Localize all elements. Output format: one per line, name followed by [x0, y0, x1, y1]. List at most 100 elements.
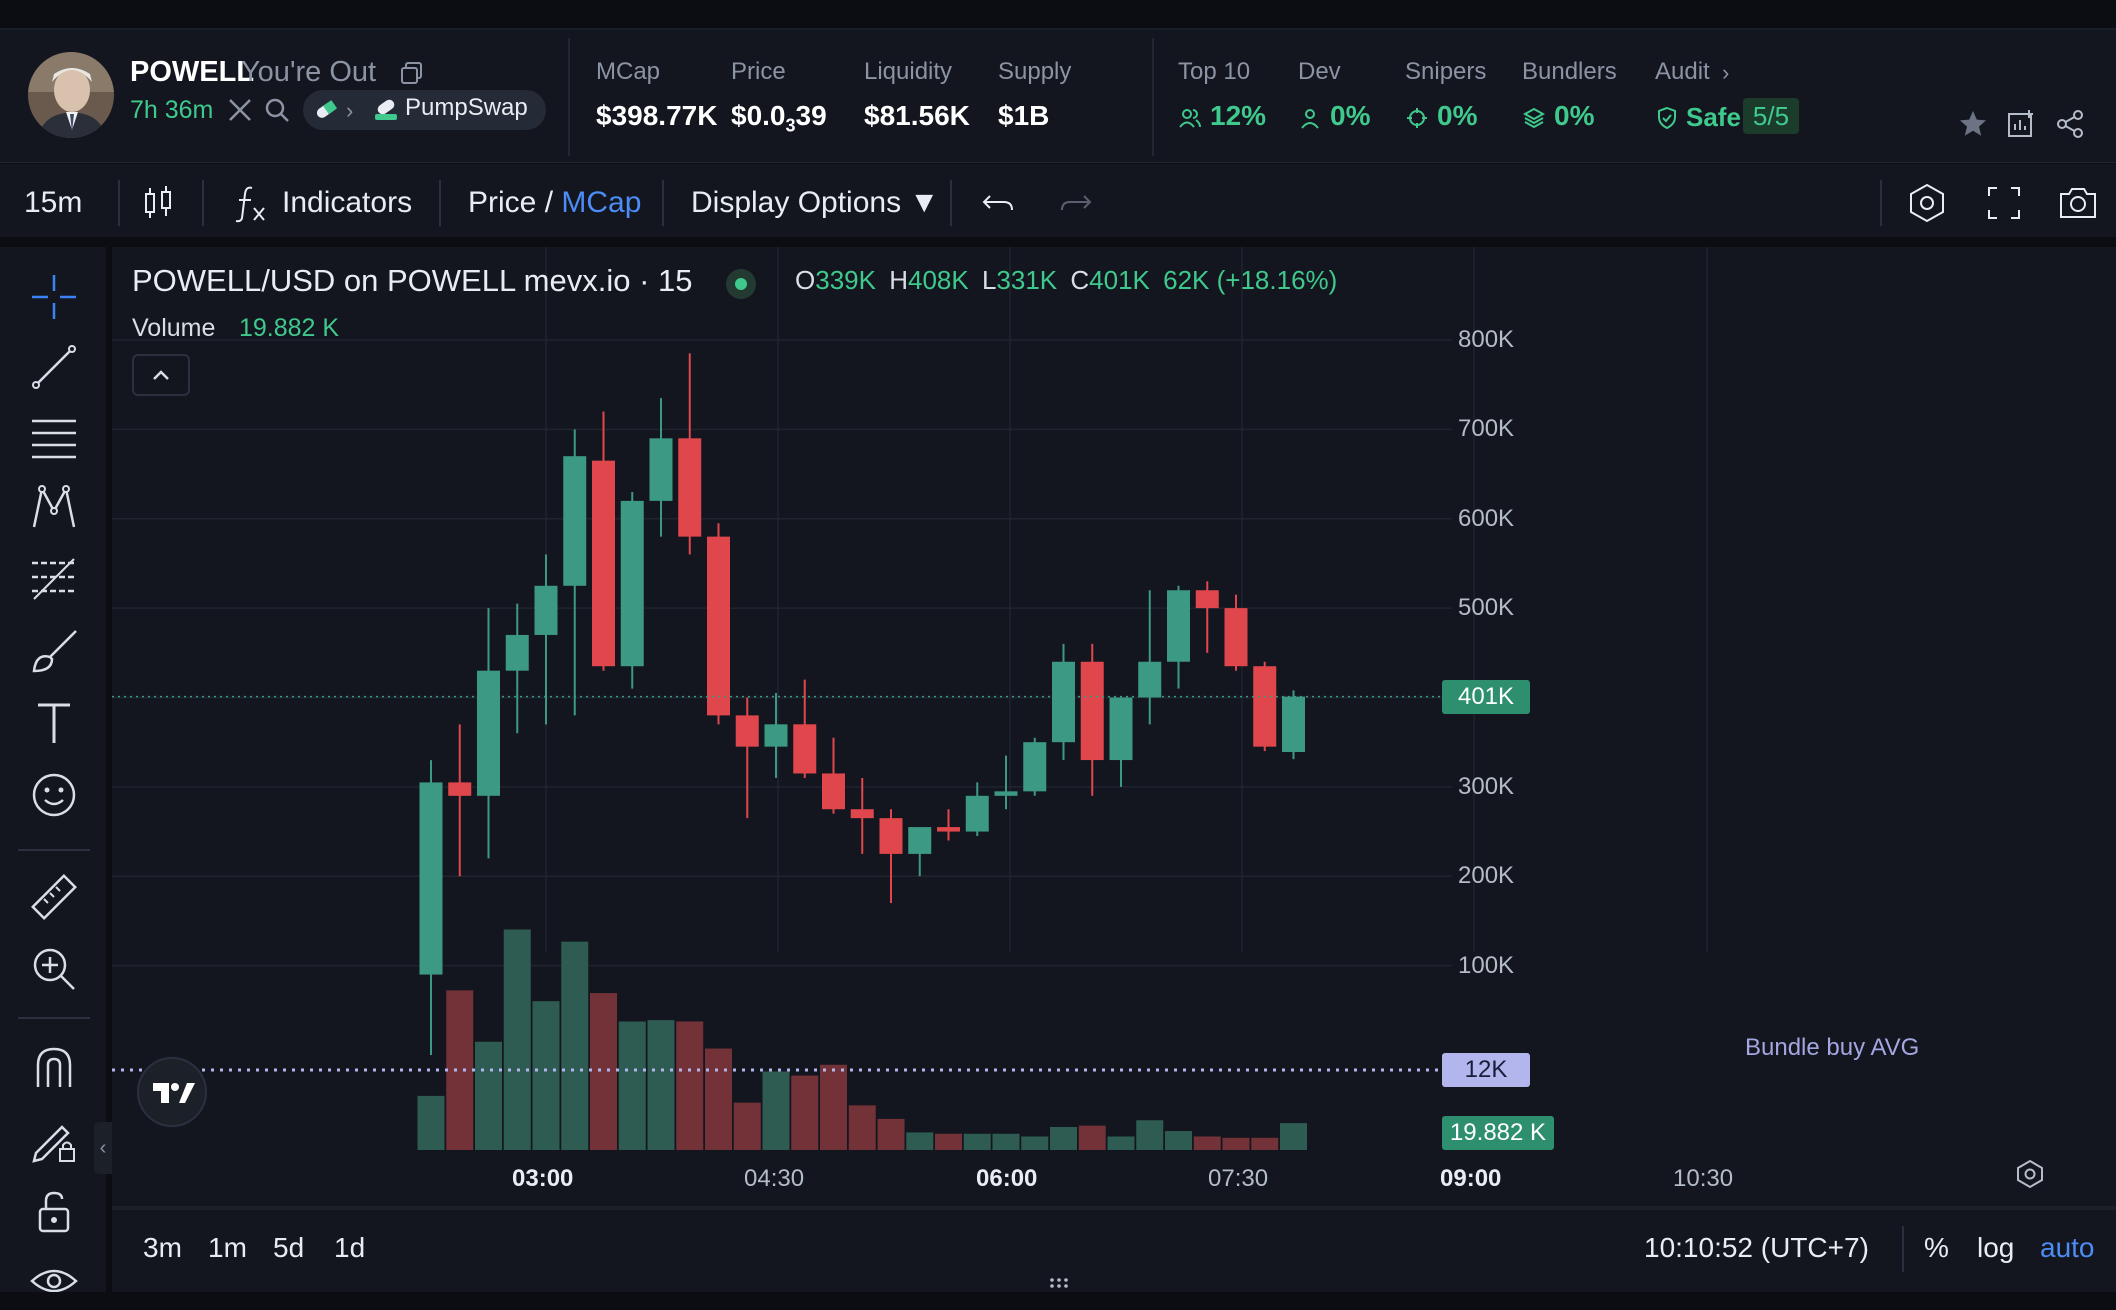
drawing-toolbar — [0, 247, 106, 1310]
auto-toggle[interactable]: auto — [2040, 1232, 2095, 1264]
candle-body[interactable] — [822, 773, 845, 810]
range-5d[interactable]: 5d — [273, 1232, 304, 1264]
token-avatar[interactable] — [28, 52, 114, 138]
candle-body[interactable] — [1138, 661, 1162, 698]
range-1d[interactable]: 1d — [334, 1232, 365, 1264]
bundlers-label: Bundlers — [1522, 58, 1617, 85]
candle-body[interactable] — [965, 795, 989, 832]
candle-body[interactable] — [994, 791, 1018, 796]
copy-icon[interactable] — [399, 60, 425, 86]
magnet-icon[interactable] — [28, 1041, 80, 1093]
star-icon[interactable] — [1957, 108, 1989, 140]
candle-body[interactable] — [649, 438, 673, 501]
mcap-toggle-label[interactable]: MCap — [561, 186, 641, 219]
bottom-divider — [1902, 1226, 1904, 1272]
candle-body[interactable] — [448, 782, 472, 796]
candle-body[interactable] — [707, 536, 730, 716]
collapse-toolbar-tab[interactable]: ‹ — [94, 1122, 112, 1174]
crosshair-tool-icon[interactable] — [28, 271, 80, 323]
candle-body[interactable] — [505, 634, 529, 671]
unlock-icon[interactable] — [28, 1185, 80, 1237]
candle-body[interactable] — [1195, 590, 1219, 609]
audit-chevron-icon[interactable]: › — [1722, 60, 1729, 86]
mcap-label: MCap — [596, 58, 661, 85]
redo-icon[interactable] — [1054, 182, 1096, 224]
settings-hexagon-icon[interactable] — [1906, 182, 1948, 224]
clock-timezone[interactable]: 10:10:52 (UTC+7) — [1644, 1232, 1869, 1264]
collapse-legend-button[interactable] — [132, 354, 190, 396]
candle-body[interactable] — [764, 724, 788, 747]
candle-body[interactable] — [879, 818, 903, 854]
y-axis-tick: 300K — [1458, 772, 1515, 800]
liquidity-label: Liquidity — [864, 58, 953, 85]
candle-body[interactable] — [1282, 696, 1305, 753]
share-icon[interactable] — [2054, 108, 2086, 140]
zoom-in-icon[interactable] — [28, 943, 80, 995]
x-twitter-icon[interactable] — [226, 96, 254, 124]
candle-body[interactable] — [1253, 666, 1277, 747]
token-age: 7h 36m — [130, 96, 214, 124]
fib-retracement-icon[interactable] — [28, 553, 80, 605]
axis-settings-icon[interactable] — [2014, 1158, 2046, 1190]
candle-body[interactable] — [1224, 608, 1248, 667]
ruler-icon[interactable] — [28, 871, 80, 923]
candle-body[interactable] — [620, 500, 644, 667]
brush-icon[interactable] — [28, 625, 80, 677]
camera-icon[interactable] — [2057, 182, 2099, 224]
volume-bar — [963, 1133, 991, 1150]
drag-handle-icon[interactable] — [1048, 1276, 1070, 1290]
volume-bar — [503, 929, 531, 1150]
chart-area[interactable]: POWELL/USD on POWELL mevx.io · 15 O339K … — [112, 247, 2116, 1310]
candle-body[interactable] — [419, 782, 443, 975]
price-mcap-toggle[interactable]: Price / MCap — [468, 186, 641, 220]
pencil-lock-icon[interactable] — [28, 1113, 80, 1165]
candle-body[interactable] — [563, 456, 587, 586]
candle-body[interactable] — [1052, 661, 1075, 743]
tradingview-logo[interactable] — [137, 1057, 207, 1127]
candle-body[interactable] — [1080, 661, 1104, 761]
candle-body[interactable] — [850, 809, 874, 819]
candle-body[interactable] — [908, 827, 932, 854]
volume-bar — [1050, 1127, 1077, 1150]
percent-toggle[interactable]: % — [1924, 1232, 1949, 1264]
fullscreen-icon[interactable] — [1983, 182, 2025, 224]
candle-body[interactable] — [678, 438, 702, 537]
interval-selector[interactable]: 15m — [24, 186, 82, 220]
candle-body[interactable] — [735, 715, 759, 747]
horizontal-lines-icon[interactable] — [28, 411, 80, 463]
candle-body[interactable] — [534, 585, 558, 635]
candle-body[interactable] — [477, 670, 500, 796]
candle-body[interactable] — [1109, 697, 1133, 761]
candle-body[interactable] — [1023, 742, 1047, 792]
display-options-button[interactable]: Display Options ▼ — [691, 186, 939, 220]
indicators-button[interactable]: Indicators — [282, 186, 412, 220]
audit-label[interactable]: Audit — [1655, 58, 1710, 86]
candle-type-icon[interactable] — [138, 182, 180, 224]
low-value: 331K — [996, 265, 1058, 295]
chart-add-icon[interactable] — [2005, 108, 2037, 140]
pattern-tool-icon[interactable] — [28, 481, 80, 533]
emoji-icon[interactable] — [28, 769, 80, 821]
header-divider — [1152, 38, 1154, 156]
price-value: $0.0339 — [731, 100, 827, 136]
candle-body[interactable] — [592, 460, 615, 667]
range-1m[interactable]: 1m — [208, 1232, 247, 1264]
search-icon[interactable] — [263, 96, 291, 124]
trend-line-icon[interactable] — [28, 341, 80, 393]
undo-icon[interactable] — [978, 182, 1020, 224]
candle-body[interactable] — [937, 827, 960, 832]
header-divider — [568, 38, 570, 156]
candle-body[interactable] — [793, 724, 817, 774]
range-3m[interactable]: 3m — [143, 1232, 182, 1264]
candlestick-chart[interactable] — [112, 247, 2116, 1208]
indicators-fx-icon[interactable] — [230, 182, 272, 224]
y-axis-tick: 500K — [1458, 594, 1515, 622]
volume-bar — [877, 1118, 905, 1150]
price-toggle-label[interactable]: Price — [468, 186, 536, 219]
volume-bar — [1078, 1125, 1106, 1150]
text-tool-icon[interactable] — [28, 697, 80, 749]
volume-bar — [1136, 1120, 1164, 1150]
candle-body[interactable] — [1167, 590, 1190, 662]
log-toggle[interactable]: log — [1977, 1232, 2014, 1264]
toggle-slash: / — [536, 186, 562, 219]
